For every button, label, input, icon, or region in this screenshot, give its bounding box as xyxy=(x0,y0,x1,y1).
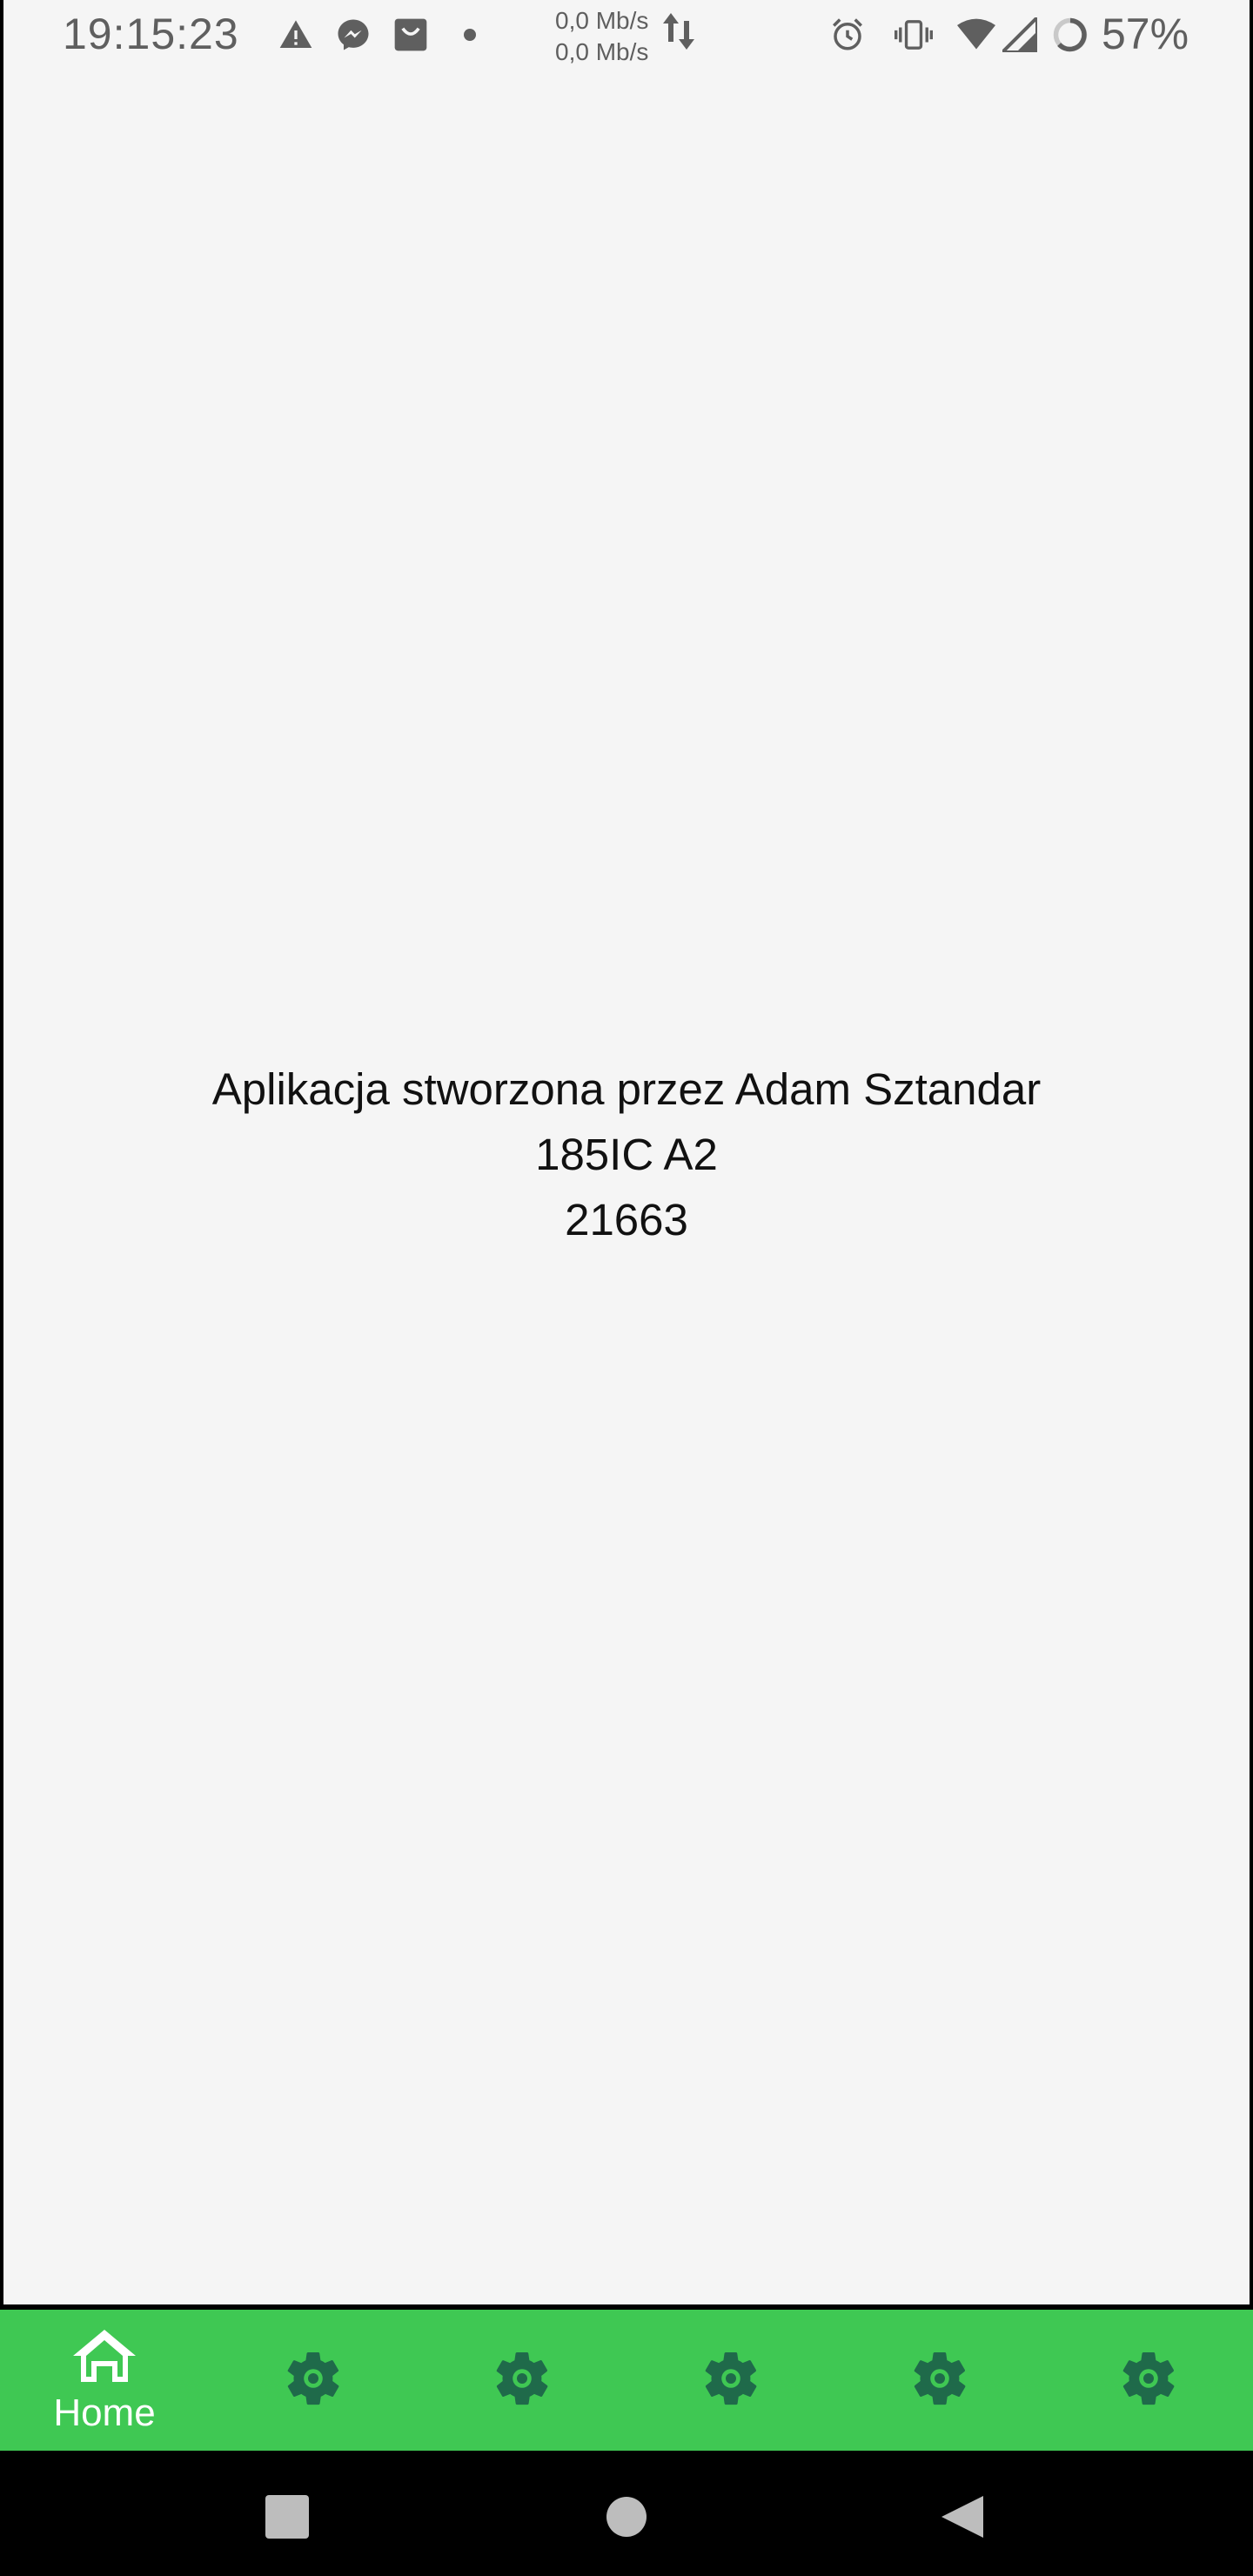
status-bar: 19:15:23 0,0 Mb/s 0,0 Mb/s 57% xyxy=(0,0,1253,70)
nav-item-settings-4[interactable] xyxy=(835,2310,1044,2451)
group-line: 185IC A2 xyxy=(535,1130,718,1179)
warning-icon xyxy=(277,16,315,54)
cell-signal-icon xyxy=(1001,16,1039,54)
messenger-icon xyxy=(334,16,372,54)
net-speed-down: 0,0 Mb/s xyxy=(555,38,649,65)
gear-icon xyxy=(700,2347,762,2414)
network-speed: 0,0 Mb/s 0,0 Mb/s xyxy=(555,5,648,68)
student-id-line: 21663 xyxy=(565,1195,688,1244)
nav-item-settings-1[interactable] xyxy=(209,2310,418,2451)
author-line: Aplikacja stworzona przez Adam Sztandar xyxy=(211,1064,1042,1114)
gear-icon xyxy=(908,2347,971,2414)
battery-percent: 57% xyxy=(1102,10,1189,58)
nav-label-home: Home xyxy=(53,2391,156,2434)
nav-item-settings-2[interactable] xyxy=(418,2310,626,2451)
about-text: Aplikacja stworzona przez Adam Sztandar … xyxy=(0,1057,1253,1252)
recents-square-icon[interactable] xyxy=(252,2482,322,2552)
net-speed-up: 0,0 Mb/s xyxy=(555,7,649,34)
alarm-icon xyxy=(828,16,867,54)
shopping-bag-icon xyxy=(392,16,430,54)
nav-item-settings-3[interactable] xyxy=(626,2310,835,2451)
gear-icon xyxy=(491,2347,553,2414)
dot-icon xyxy=(451,16,489,54)
nav-item-home[interactable]: Home xyxy=(0,2310,209,2451)
system-navigation-bar xyxy=(0,2451,1253,2576)
data-transfer-icon xyxy=(660,12,698,50)
gear-icon xyxy=(282,2347,345,2414)
back-triangle-icon[interactable] xyxy=(928,2482,997,2552)
status-time: 19:15:23 xyxy=(63,10,239,58)
home-circle-icon[interactable] xyxy=(592,2482,661,2552)
home-icon xyxy=(70,2326,138,2390)
nav-item-settings-5[interactable] xyxy=(1044,2310,1253,2451)
battery-ring-icon xyxy=(1051,16,1089,54)
gear-icon xyxy=(1117,2347,1180,2414)
bottom-navigation: Home xyxy=(0,2310,1253,2451)
vibrate-icon xyxy=(895,16,933,54)
wifi-icon xyxy=(957,16,995,54)
